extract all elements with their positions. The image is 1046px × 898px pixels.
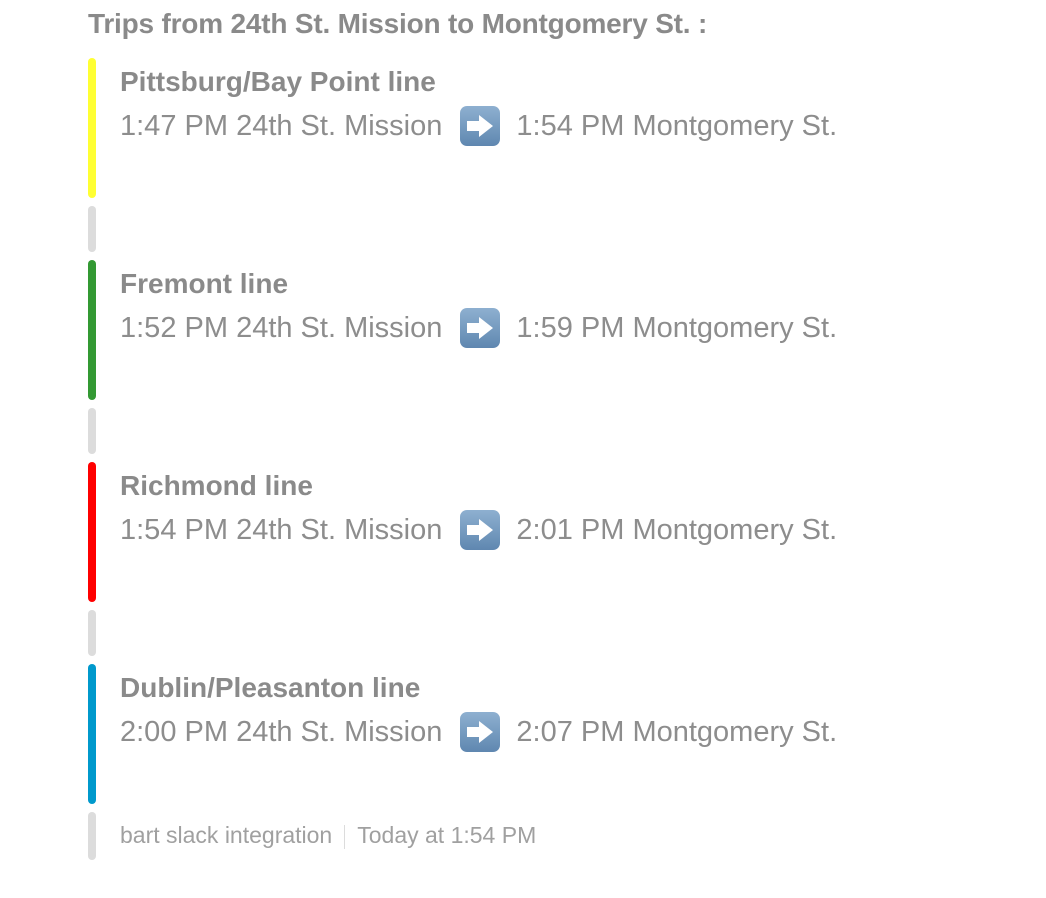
- trip-schedule: 1:47 PM 24th St. Mission 1:54 PM Montgom…: [120, 102, 837, 150]
- trip-line-name: Fremont line: [120, 268, 289, 299]
- right-arrow-icon: [460, 106, 501, 146]
- line-color-bar-richmond: [88, 462, 96, 602]
- depart-station: 24th St. Mission: [236, 514, 443, 546]
- line-color-bar-fremont: [88, 260, 96, 400]
- right-arrow-icon: [460, 308, 501, 348]
- right-arrow-icon: [460, 712, 501, 752]
- arrive-time: 2:01 PM: [516, 514, 625, 546]
- attachment-footer: bart slack integration Today at 1:54 PM: [120, 822, 536, 849]
- separator-bar: [88, 206, 96, 252]
- separator-bar: [88, 610, 96, 656]
- arrive-time: 1:54 PM: [516, 110, 625, 142]
- depart-time: 1:47 PM: [120, 110, 228, 142]
- trip-line-name: Pittsburg/Bay Point line: [120, 66, 436, 97]
- trip-attachment-richmond: Richmond line 1:54 PM 24th St. Mission 2…: [120, 466, 837, 554]
- trip-attachment-fremont: Fremont line 1:52 PM 24th St. Mission 1:…: [120, 264, 837, 352]
- line-color-bar-pittsburg: [88, 58, 96, 198]
- depart-time: 2:00 PM: [120, 716, 228, 748]
- right-arrow-icon: [460, 510, 501, 550]
- trip-attachment-dublin: Dublin/Pleasanton line 2:00 PM 24th St. …: [120, 668, 837, 756]
- trip-attachment-pittsburg: Pittsburg/Bay Point line 1:47 PM 24th St…: [120, 62, 837, 150]
- trip-line-name: Dublin/Pleasanton line: [120, 672, 421, 703]
- app-name: bart slack integration: [120, 822, 333, 848]
- separator-bar: [88, 408, 96, 454]
- arrive-station: Montgomery St.: [632, 110, 838, 142]
- arrive-time: 1:59 PM: [516, 312, 625, 344]
- trip-line-name: Richmond line: [120, 470, 313, 501]
- trip-schedule: 1:52 PM 24th St. Mission 1:59 PM Montgom…: [120, 304, 837, 352]
- trip-schedule: 1:54 PM 24th St. Mission 2:01 PM Montgom…: [120, 506, 837, 554]
- arrive-station: Montgomery St.: [632, 312, 838, 344]
- depart-station: 24th St. Mission: [236, 312, 443, 344]
- trip-schedule: 2:00 PM 24th St. Mission 2:07 PM Montgom…: [120, 708, 837, 756]
- depart-station: 24th St. Mission: [236, 110, 443, 142]
- depart-time: 1:52 PM: [120, 312, 228, 344]
- depart-station: 24th St. Mission: [236, 716, 443, 748]
- message-header: Trips from 24th St. Mission to Montgomer…: [88, 8, 708, 39]
- message-timestamp[interactable]: Today at 1:54 PM: [357, 822, 536, 848]
- arrive-station: Montgomery St.: [632, 716, 838, 748]
- line-color-bar-dublin: [88, 664, 96, 804]
- separator-bar: [88, 812, 96, 860]
- footer-divider: [344, 824, 346, 849]
- arrive-station: Montgomery St.: [632, 514, 838, 546]
- depart-time: 1:54 PM: [120, 514, 228, 546]
- arrive-time: 2:07 PM: [516, 716, 625, 748]
